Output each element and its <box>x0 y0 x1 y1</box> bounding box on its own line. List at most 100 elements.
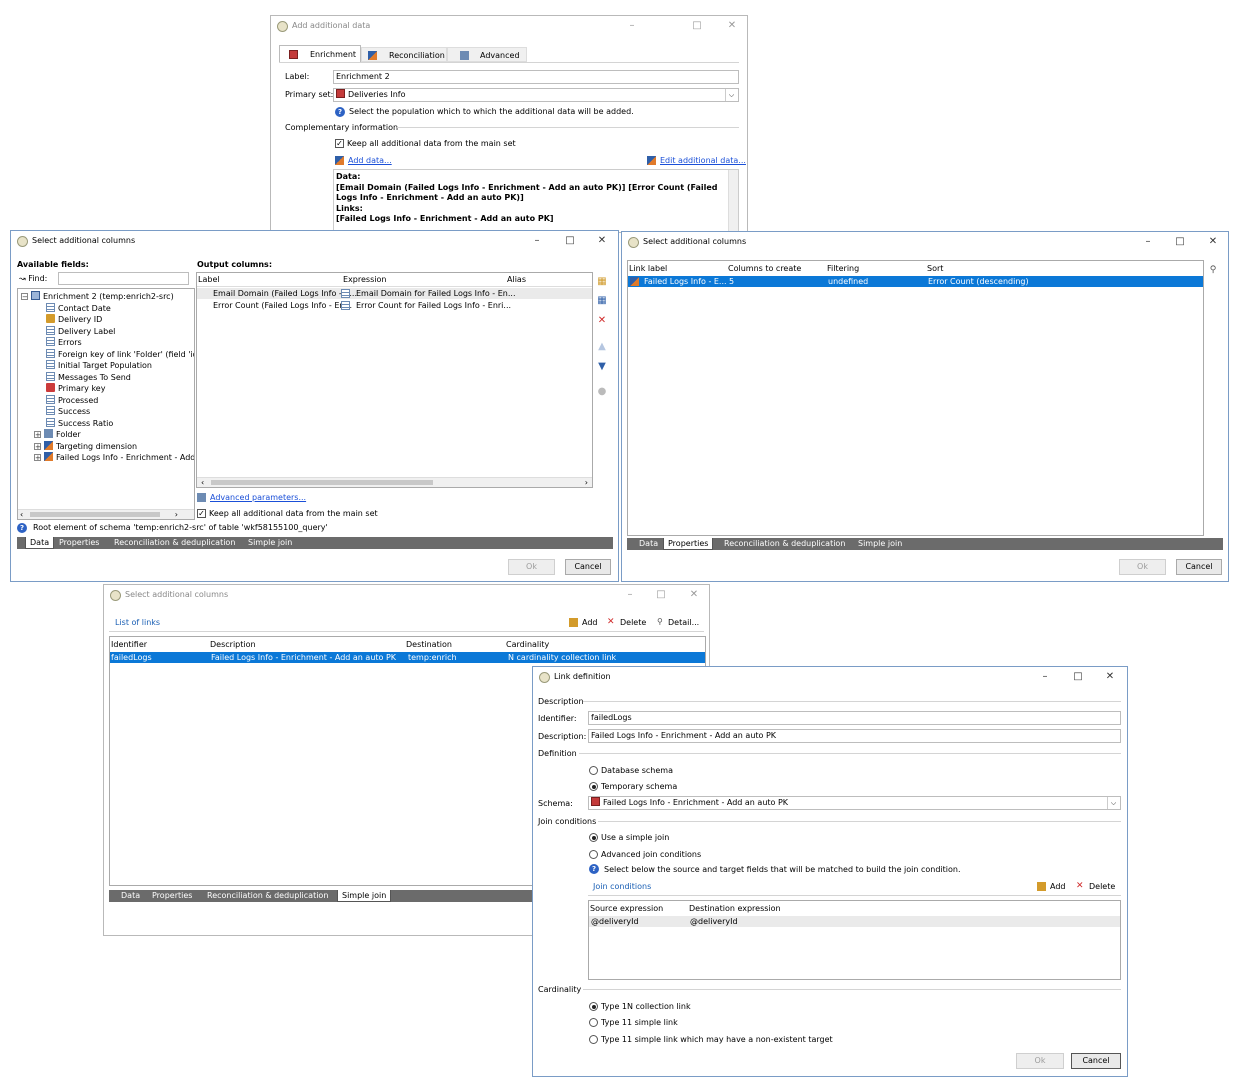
table-row[interactable]: @deliveryId @deliveryId <box>589 916 1120 927</box>
close-button[interactable]: ✕ <box>1202 234 1224 250</box>
tab-simple-join[interactable]: Simple join <box>854 538 906 550</box>
tree-item[interactable]: Foreign key of link 'Folder' (field 'id' <box>46 349 194 359</box>
tab-enrichment[interactable]: Enrichment <box>279 45 361 62</box>
ok-button[interactable]: Ok <box>1016 1053 1064 1069</box>
filtering-header[interactable]: Filtering <box>827 264 859 273</box>
schema-select[interactable]: Failed Logs Info - Enrichment - Add an a… <box>588 796 1121 810</box>
minimize-button[interactable]: – <box>526 233 548 249</box>
add-button[interactable]: Add <box>582 618 598 627</box>
label-header[interactable]: Label <box>198 275 220 284</box>
table-row[interactable]: Error Count (Failed Logs Info - En... Er… <box>197 300 592 311</box>
tab-properties[interactable]: Properties <box>55 537 103 549</box>
collection-link-radio[interactable] <box>589 1002 598 1011</box>
identifier-header[interactable]: Identifier <box>111 640 147 649</box>
minimize-button[interactable]: – <box>1137 234 1159 250</box>
delete-button[interactable]: Delete <box>620 618 646 627</box>
tab-data[interactable]: Data <box>25 537 55 549</box>
tab-properties[interactable]: Properties <box>663 538 714 550</box>
minimize-button[interactable]: – <box>619 587 641 603</box>
table-row[interactable]: Email Domain (Failed Logs Info - E... Em… <box>197 288 592 299</box>
identifier-input[interactable]: failedLogs <box>588 711 1121 725</box>
add-condition-button[interactable]: Add <box>1050 882 1066 891</box>
tree-item[interactable]: + Targeting dimension <box>34 441 137 451</box>
tab-data[interactable]: Data <box>635 538 662 550</box>
tree-item[interactable]: Initial Target Population <box>46 360 152 370</box>
tree-root[interactable]: − Enrichment 2 (temp:enrich2-src) <box>21 291 174 301</box>
description-header[interactable]: Description <box>210 640 256 649</box>
tab-reconciliation[interactable]: Reconciliation <box>361 47 447 62</box>
delete-icon[interactable]: ✕ <box>596 315 608 326</box>
label-input[interactable]: Enrichment 2 <box>333 70 739 84</box>
cancel-button[interactable]: Cancel <box>1071 1053 1121 1069</box>
alias-header[interactable]: Alias <box>507 275 526 284</box>
tree-item[interactable]: Primary key <box>46 383 105 393</box>
sort-icon[interactable]: ● <box>596 386 608 397</box>
primary-set-select[interactable]: Deliveries Info ⌵ <box>333 88 739 102</box>
ok-button[interactable]: Ok <box>508 559 555 575</box>
tab-reconciliation[interactable]: Reconciliation & deduplication <box>203 890 332 902</box>
output-scrollbar[interactable]: ‹ › <box>197 477 592 487</box>
add-data-link[interactable]: Add data... <box>348 156 392 165</box>
edit-column-icon[interactable]: ▦ <box>596 295 608 306</box>
scroll-thumb[interactable] <box>30 512 160 517</box>
find-input[interactable] <box>58 272 189 285</box>
columns-to-create-header[interactable]: Columns to create <box>728 264 801 273</box>
close-button[interactable]: ✕ <box>1099 669 1121 685</box>
close-button[interactable]: ✕ <box>591 233 613 249</box>
collapse-icon[interactable]: − <box>21 293 28 301</box>
add-column-icon[interactable]: ▦ <box>596 276 608 287</box>
optional-link-radio[interactable] <box>589 1035 598 1044</box>
tree-item[interactable]: Delivery Label <box>46 326 115 336</box>
close-button[interactable]: ✕ <box>721 18 743 34</box>
tree-item[interactable]: Processed <box>46 395 98 405</box>
delete-condition-button[interactable]: Delete <box>1089 882 1115 891</box>
scroll-left-icon[interactable]: ‹ <box>201 478 204 487</box>
scroll-right-icon[interactable]: › <box>585 478 588 487</box>
keep-all-checkbox[interactable]: ✓ <box>197 509 206 518</box>
tree-scrollbar[interactable]: ‹ › <box>18 509 194 519</box>
tree-item[interactable]: Success <box>46 406 90 416</box>
keep-all-checkbox[interactable]: ✓ <box>335 139 344 148</box>
tab-reconciliation[interactable]: Reconciliation & deduplication <box>720 538 849 550</box>
move-up-icon[interactable]: ▲ <box>596 341 608 352</box>
move-down-icon[interactable]: ▼ <box>596 361 608 372</box>
maximize-button[interactable]: □ <box>650 587 672 603</box>
minimize-button[interactable]: – <box>1034 669 1056 685</box>
simple-link-radio[interactable] <box>589 1018 598 1027</box>
cancel-button[interactable]: Cancel <box>565 559 611 575</box>
available-fields-tree[interactable]: − Enrichment 2 (temp:enrich2-src) Contact… <box>17 288 195 520</box>
advanced-join-radio[interactable] <box>589 850 598 859</box>
zoom-icon[interactable]: ⚲ <box>1207 265 1219 275</box>
tree-item[interactable]: Delivery ID <box>46 314 102 324</box>
ok-button[interactable]: Ok <box>1119 559 1166 575</box>
close-button[interactable]: ✕ <box>683 587 705 603</box>
output-columns-grid[interactable]: Label Expression Alias Email Domain (Fai… <box>196 272 593 488</box>
expand-icon[interactable]: + <box>34 443 41 451</box>
tree-item[interactable]: + Failed Logs Info - Enrichment - Add <box>34 452 194 462</box>
cardinality-header[interactable]: Cardinality <box>506 640 549 649</box>
tree-item[interactable]: Errors <box>46 337 82 347</box>
scroll-right-icon[interactable]: › <box>175 510 178 519</box>
tab-data[interactable]: Data <box>117 890 144 902</box>
simple-join-radio[interactable] <box>589 833 598 842</box>
tree-item[interactable]: Messages To Send <box>46 372 131 382</box>
maximize-button[interactable]: □ <box>559 233 581 249</box>
database-schema-radio[interactable] <box>589 766 598 775</box>
expression-header[interactable]: Expression <box>343 275 386 284</box>
tab-simple-join[interactable]: Simple join <box>337 890 392 902</box>
source-expression-header[interactable]: Source expression <box>590 904 663 913</box>
maximize-button[interactable]: □ <box>686 18 708 34</box>
scroll-thumb[interactable] <box>211 480 433 485</box>
sort-header[interactable]: Sort <box>927 264 943 273</box>
tree-item[interactable]: Success Ratio <box>46 418 113 428</box>
join-conditions-grid[interactable]: Source expression Destination expression… <box>588 900 1121 980</box>
tab-properties[interactable]: Properties <box>148 890 196 902</box>
link-label-header[interactable]: Link label <box>629 264 667 273</box>
minimize-button[interactable]: – <box>621 18 643 34</box>
tab-simple-join[interactable]: Simple join <box>244 537 296 549</box>
table-row[interactable]: Failed Logs Info - E... 5 undefined Erro… <box>628 276 1203 287</box>
tree-item[interactable]: + Folder <box>34 429 81 439</box>
links-properties-grid[interactable]: Link label Columns to create Filtering S… <box>627 260 1204 536</box>
table-row[interactable]: failedLogs Failed Logs Info - Enrichment… <box>110 652 705 663</box>
edit-additional-data-link[interactable]: Edit additional data... <box>660 156 746 165</box>
